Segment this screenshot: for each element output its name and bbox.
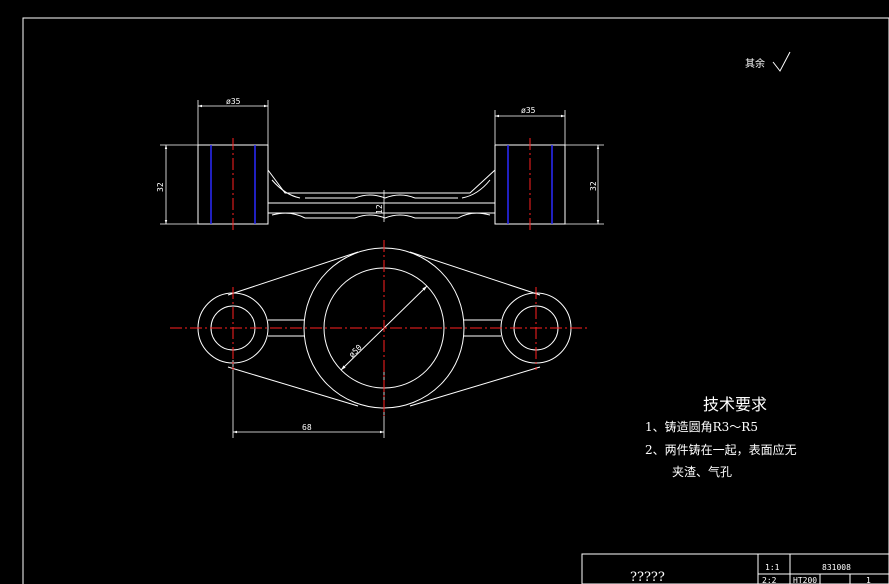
title-material: HT200 bbox=[793, 576, 817, 584]
tech-requirements: 技术要求 1、铸造圆角R3～R5 2、两件铸在一起，表面应无 夹渣、气孔 bbox=[645, 395, 797, 479]
title-drawing-number: 831008 bbox=[822, 563, 851, 572]
rib-curve-right-2 bbox=[457, 212, 491, 219]
tech-item-1: 1、铸造圆角R3～R5 bbox=[645, 419, 758, 434]
mid-rib-bottom bbox=[354, 214, 416, 219]
title-scale: 1:1 bbox=[765, 563, 780, 572]
dim-top-left-diameter: ø35 bbox=[226, 97, 241, 106]
title-quantity: 2:2 bbox=[762, 576, 777, 584]
rib-curve-right-1 bbox=[461, 179, 491, 199]
dim-rib-thickness: 12 bbox=[375, 204, 384, 214]
roughness-label: 其余 bbox=[745, 57, 765, 70]
dim-height-right: 32 bbox=[589, 181, 598, 191]
tech-title: 技术要求 bbox=[703, 395, 767, 414]
dim-center-distance: 68 bbox=[302, 423, 312, 432]
tangent-bottom-right bbox=[409, 366, 541, 407]
title-part-name: ????? bbox=[630, 570, 665, 584]
front-top-profile bbox=[267, 145, 496, 194]
title-sheet: 1 bbox=[866, 576, 871, 584]
dim-bore-diameter: ø50 bbox=[347, 343, 364, 360]
cad-drawing-canvas: 其余 ø35 ø35 32 32 12 ø50 68 技术要求 1、铸造圆角R3… bbox=[22, 17, 889, 584]
tangent-bottom-left bbox=[227, 366, 359, 407]
drawing-frame bbox=[22, 17, 889, 584]
dim-height-left: 32 bbox=[156, 182, 165, 192]
mid-rib-top bbox=[354, 194, 416, 199]
tech-item-2-cont: 夹渣、气孔 bbox=[672, 464, 732, 479]
rib-curve-left-1 bbox=[271, 179, 301, 199]
dim-top-right-diameter: ø35 bbox=[521, 106, 536, 115]
tech-item-2: 2、两件铸在一起，表面应无 bbox=[645, 442, 797, 457]
roughness-check-icon bbox=[772, 51, 791, 72]
rib-curve-left-2 bbox=[271, 212, 306, 219]
roughness-symbol: 其余 bbox=[745, 51, 791, 72]
